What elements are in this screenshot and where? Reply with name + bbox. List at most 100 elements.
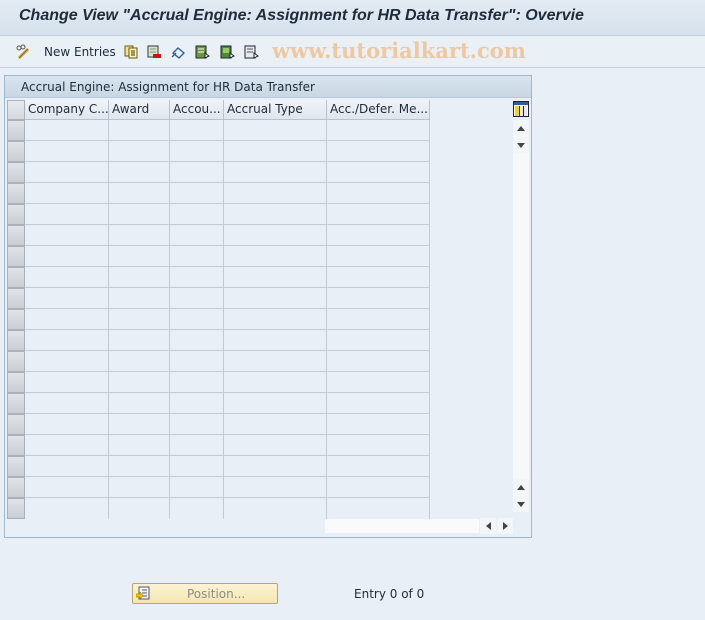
row-selector[interactable]: [7, 120, 25, 141]
row-selector[interactable]: [7, 204, 25, 225]
row-selector[interactable]: [7, 393, 25, 414]
table-cell[interactable]: [327, 330, 430, 351]
row-selector[interactable]: [7, 330, 25, 351]
table-cell[interactable]: [25, 141, 109, 162]
table-cell[interactable]: [224, 267, 327, 288]
table-cell[interactable]: [25, 456, 109, 477]
table-cell[interactable]: [170, 351, 224, 372]
table-cell[interactable]: [224, 414, 327, 435]
table-cell[interactable]: [25, 120, 109, 141]
table-cell[interactable]: [224, 225, 327, 246]
table-cell[interactable]: [224, 246, 327, 267]
table-cell[interactable]: [327, 456, 430, 477]
table-cell[interactable]: [224, 162, 327, 183]
table-cell[interactable]: [224, 330, 327, 351]
table-cell[interactable]: [25, 309, 109, 330]
scroll-page-down-button[interactable]: [513, 496, 529, 512]
table-cell[interactable]: [109, 351, 170, 372]
table-cell[interactable]: [109, 225, 170, 246]
table-cell[interactable]: [25, 330, 109, 351]
table-cell[interactable]: [170, 120, 224, 141]
table-cell[interactable]: [25, 288, 109, 309]
table-cell[interactable]: [25, 267, 109, 288]
table-cell[interactable]: [109, 288, 170, 309]
table-cell[interactable]: [109, 141, 170, 162]
row-selector[interactable]: [7, 162, 25, 183]
copy-as-button[interactable]: [124, 43, 138, 61]
position-button[interactable]: Position...: [132, 583, 278, 604]
table-cell[interactable]: [327, 162, 430, 183]
table-cell[interactable]: [327, 288, 430, 309]
table-cell[interactable]: [327, 246, 430, 267]
table-cell[interactable]: [224, 309, 327, 330]
scroll-up-button[interactable]: [513, 120, 529, 136]
table-cell[interactable]: [170, 309, 224, 330]
table-cell[interactable]: [224, 393, 327, 414]
scroll-right-button[interactable]: [497, 518, 513, 534]
table-cell[interactable]: [25, 225, 109, 246]
table-cell[interactable]: [224, 120, 327, 141]
table-cell[interactable]: [109, 414, 170, 435]
delete-button[interactable]: [147, 43, 162, 61]
table-cell[interactable]: [170, 204, 224, 225]
horizontal-scrollbar[interactable]: [325, 519, 479, 533]
table-cell[interactable]: [170, 162, 224, 183]
table-cell[interactable]: [327, 183, 430, 204]
scroll-down-button[interactable]: [513, 137, 529, 153]
table-cell[interactable]: [170, 414, 224, 435]
new-entries-button[interactable]: New Entries: [44, 43, 116, 61]
table-cell[interactable]: [327, 120, 430, 141]
table-cell[interactable]: [170, 183, 224, 204]
table-cell[interactable]: [224, 498, 327, 519]
table-cell[interactable]: [327, 225, 430, 246]
row-selector[interactable]: [7, 183, 25, 204]
table-cell[interactable]: [327, 267, 430, 288]
row-selector[interactable]: [7, 498, 25, 519]
row-selector[interactable]: [7, 435, 25, 456]
table-cell[interactable]: [170, 246, 224, 267]
table-cell[interactable]: [170, 456, 224, 477]
table-cell[interactable]: [170, 267, 224, 288]
table-cell[interactable]: [170, 372, 224, 393]
table-cell[interactable]: [327, 498, 430, 519]
table-cell[interactable]: [327, 204, 430, 225]
row-selector[interactable]: [7, 267, 25, 288]
table-cell[interactable]: [170, 498, 224, 519]
table-cell[interactable]: [109, 162, 170, 183]
table-cell[interactable]: [224, 288, 327, 309]
table-cell[interactable]: [25, 183, 109, 204]
table-cell[interactable]: [327, 414, 430, 435]
column-config-button[interactable]: [512, 100, 530, 118]
table-cell[interactable]: [170, 288, 224, 309]
table-cell[interactable]: [224, 141, 327, 162]
table-cell[interactable]: [327, 372, 430, 393]
table-cell[interactable]: [170, 330, 224, 351]
table-cell[interactable]: [109, 456, 170, 477]
table-cell[interactable]: [170, 393, 224, 414]
row-selector[interactable]: [7, 351, 25, 372]
table-cell[interactable]: [109, 183, 170, 204]
table-cell[interactable]: [224, 456, 327, 477]
table-cell[interactable]: [109, 477, 170, 498]
table-cell[interactable]: [224, 435, 327, 456]
table-cell[interactable]: [224, 204, 327, 225]
table-cell[interactable]: [109, 372, 170, 393]
select-all-rows-corner[interactable]: [7, 100, 25, 120]
table-cell[interactable]: [327, 309, 430, 330]
table-cell[interactable]: [224, 372, 327, 393]
row-selector[interactable]: [7, 414, 25, 435]
row-selector[interactable]: [7, 456, 25, 477]
table-cell[interactable]: [25, 414, 109, 435]
table-cell[interactable]: [327, 393, 430, 414]
table-cell[interactable]: [224, 351, 327, 372]
table-cell[interactable]: [170, 477, 224, 498]
table-cell[interactable]: [109, 267, 170, 288]
deselect-all-button[interactable]: [244, 43, 259, 61]
table-cell[interactable]: [109, 120, 170, 141]
table-cell[interactable]: [25, 204, 109, 225]
table-cell[interactable]: [109, 246, 170, 267]
table-cell[interactable]: [327, 141, 430, 162]
table-cell[interactable]: [109, 204, 170, 225]
select-all-button[interactable]: [195, 43, 210, 61]
row-selector[interactable]: [7, 288, 25, 309]
